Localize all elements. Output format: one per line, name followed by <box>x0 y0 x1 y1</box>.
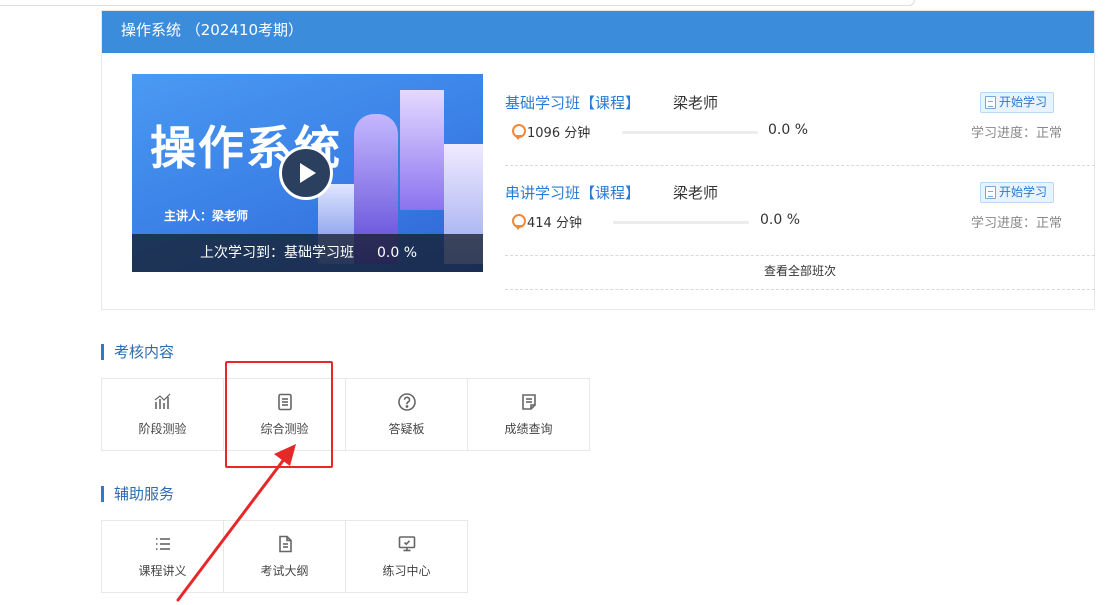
course-row: 基础学习班【课程】 梁老师 开始学习 1096 分钟 0.0 % 学习进度：正常 <box>505 84 1095 166</box>
course-name-link[interactable]: 基础学习班【课程】 <box>505 92 640 113</box>
course-status: 学习进度：正常 <box>971 216 1063 231</box>
report-icon <box>521 394 536 410</box>
last-study-percent: 0.0 % <box>377 245 418 261</box>
course-progress-percent: 0.0 % <box>760 212 801 228</box>
course-minutes: 414 分钟 <box>511 212 582 231</box>
course-progress-percent: 0.0 % <box>768 122 809 138</box>
tile-stage-test[interactable]: 阶段测验 <box>101 378 224 451</box>
monitor-icon <box>398 536 415 552</box>
start-learning-button[interactable]: 开始学习 <box>980 182 1055 203</box>
tile-practice-center[interactable]: 练习中心 <box>345 520 468 593</box>
tile-label: 课程讲义 <box>138 564 187 578</box>
tile-exam-syllabus[interactable]: 考试大纲 <box>223 520 346 593</box>
thumbnail-lecturer: 主讲人：梁老师 <box>164 209 249 223</box>
tile-label: 答疑板 <box>388 422 425 436</box>
course-video-thumbnail[interactable]: 操作系统 主讲人：梁老师 上次学习到：基础学习班 0.0 % <box>132 74 483 272</box>
course-teacher: 梁老师 <box>673 184 719 202</box>
document-icon <box>277 393 292 411</box>
course-name-link[interactable]: 串讲学习班【课程】 <box>505 182 640 203</box>
assessment-tiles: 阶段测验 综合测验 答疑板 成绩查询 <box>101 378 590 451</box>
tile-label: 考试大纲 <box>260 564 309 578</box>
question-circle-icon <box>397 393 416 411</box>
file-text-icon <box>278 535 292 553</box>
start-learning-label: 开始学习 <box>999 185 1048 199</box>
document-icon <box>985 96 996 109</box>
last-study-bar: 上次学习到：基础学习班 0.0 % <box>132 234 483 272</box>
course-progress-bar <box>613 221 749 224</box>
building-illustration <box>400 90 444 210</box>
top-border <box>0 0 915 6</box>
tile-score-query[interactable]: 成绩查询 <box>467 378 590 451</box>
list-icon <box>155 538 170 550</box>
course-card-title: 操作系统 （202410考期） <box>102 11 1094 53</box>
section-title-assessment: 考核内容 <box>101 344 174 360</box>
tile-label: 综合测验 <box>260 422 309 436</box>
course-teacher: 梁老师 <box>673 94 719 112</box>
view-all-classes-link[interactable]: 查看全部班次 <box>505 256 1095 290</box>
services-tiles: 课程讲义 考试大纲 练习中心 <box>101 520 468 593</box>
course-minutes-value: 414 分钟 <box>527 216 582 231</box>
medal-icon <box>511 213 526 230</box>
tile-course-notes[interactable]: 课程讲义 <box>101 520 224 593</box>
course-minutes: 1096 分钟 <box>511 122 590 141</box>
document-icon <box>985 186 996 199</box>
tile-label: 阶段测验 <box>138 422 187 436</box>
last-study-label: 上次学习到：基础学习班 <box>200 245 354 261</box>
bar-chart-icon <box>154 393 170 409</box>
start-learning-button[interactable]: 开始学习 <box>980 92 1055 113</box>
course-minutes-value: 1096 分钟 <box>527 126 591 141</box>
tile-label: 练习中心 <box>382 564 431 578</box>
play-icon[interactable] <box>279 146 333 200</box>
course-row: 串讲学习班【课程】 梁老师 开始学习 414 分钟 0.0 % 学习进度：正常 <box>505 174 1095 256</box>
tile-comprehensive-test[interactable]: 综合测验 <box>223 378 346 451</box>
tile-qa-board[interactable]: 答疑板 <box>345 378 468 451</box>
course-status: 学习进度：正常 <box>971 126 1063 141</box>
section-title-services: 辅助服务 <box>101 486 174 502</box>
start-learning-label: 开始学习 <box>999 95 1048 109</box>
course-progress-bar <box>622 131 758 134</box>
course-card: 操作系统 （202410考期） 操作系统 主讲人：梁老师 上次学习到：基础学习班… <box>101 10 1095 310</box>
medal-icon <box>511 123 526 140</box>
tile-label: 成绩查询 <box>504 422 553 436</box>
